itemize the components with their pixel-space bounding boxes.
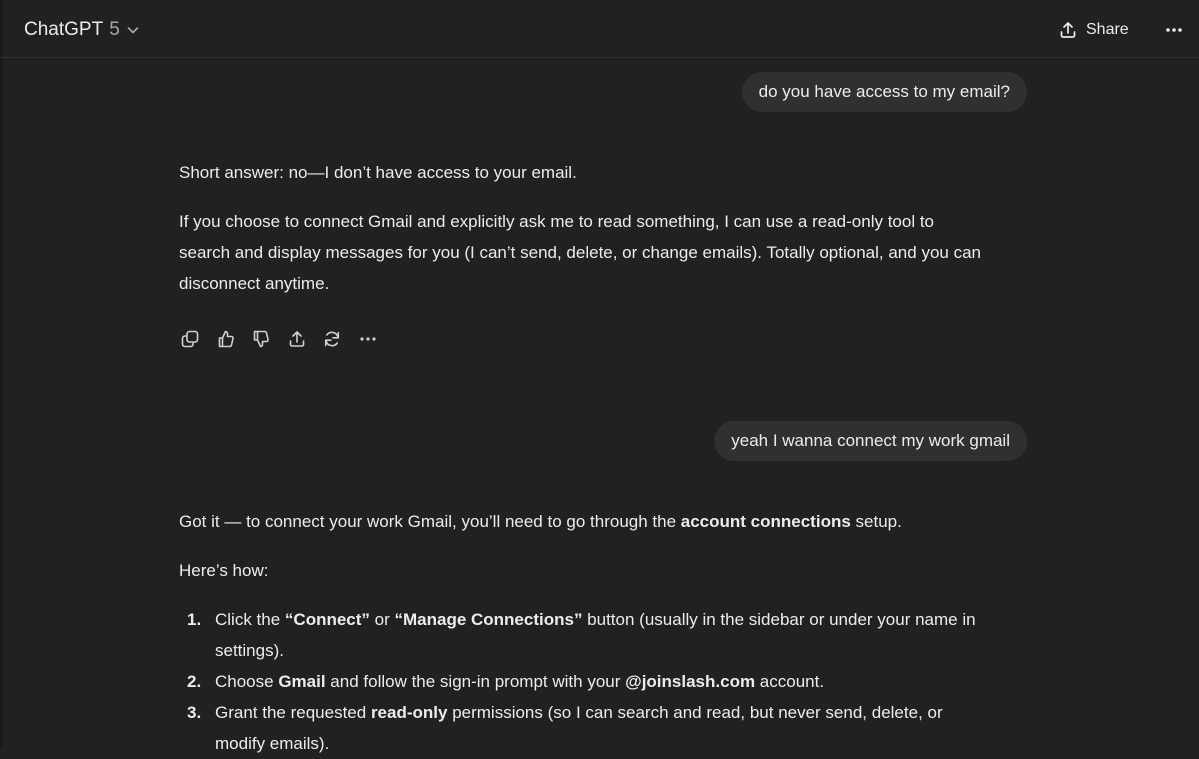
thumbs-up-icon[interactable] bbox=[215, 327, 237, 351]
top-bar: ChatGPT 5 Share bbox=[0, 0, 1199, 58]
regenerate-icon[interactable] bbox=[321, 327, 343, 351]
step-text: button (usually in the sidebar or under … bbox=[582, 610, 976, 629]
step-bold-text: @joinslash.com bbox=[625, 672, 756, 691]
intro-bold-text: account connections bbox=[680, 512, 851, 531]
list-item: 1. Click the “Connect” or “Manage Connec… bbox=[179, 604, 1039, 666]
steps-list: 1. Click the “Connect” or “Manage Connec… bbox=[179, 604, 1039, 759]
model-version: 5 bbox=[109, 19, 120, 40]
step-text: and follow the sign-in prompt with your bbox=[325, 672, 626, 691]
user-message: do you have access to my email? bbox=[741, 72, 1027, 112]
step-text: Choose bbox=[215, 672, 279, 691]
assistant-paragraph-line: search and display messages for you (I c… bbox=[179, 243, 981, 262]
step-number: 1. bbox=[187, 610, 202, 629]
model-selector-button[interactable]: ChatGPT 5 bbox=[24, 17, 140, 43]
share-button[interactable]: Share bbox=[1058, 17, 1129, 43]
assistant-message: Short answer: no—I don’t have access to … bbox=[179, 157, 1039, 299]
message-actions bbox=[179, 327, 392, 351]
step-text: Click the bbox=[215, 610, 285, 629]
assistant-paragraph-line: disconnect anytime. bbox=[179, 274, 330, 293]
heres-how-text: Here’s how: bbox=[179, 561, 269, 580]
model-name: ChatGPT bbox=[24, 19, 104, 40]
step-text: or bbox=[369, 610, 395, 629]
step-number: 3. bbox=[187, 703, 202, 722]
chevron-down-icon bbox=[126, 23, 140, 37]
list-item: 2. Choose Gmail and follow the sign-in p… bbox=[179, 666, 1039, 697]
step-text: permissions (so I can search and read, b… bbox=[447, 703, 943, 722]
thumbs-down-icon[interactable] bbox=[250, 327, 272, 351]
more-options-icon[interactable] bbox=[1162, 18, 1186, 42]
step-bold-text: Gmail bbox=[278, 672, 326, 691]
step-bold-text: “Manage Connections” bbox=[394, 610, 583, 629]
share-label: Share bbox=[1086, 21, 1129, 38]
copy-icon[interactable] bbox=[179, 327, 201, 351]
more-icon[interactable] bbox=[357, 327, 379, 351]
intro-text-end: setup. bbox=[850, 512, 902, 531]
step-text: settings). bbox=[215, 641, 284, 660]
step-text: modify emails). bbox=[215, 734, 330, 753]
user-message: yeah I wanna connect my work gmail bbox=[714, 421, 1027, 461]
window-edge bbox=[0, 0, 3, 749]
assistant-intro: Got it — to connect your work Gmail, you… bbox=[179, 506, 1039, 537]
step-bold-text: read-only bbox=[370, 703, 448, 722]
assistant-message: Got it — to connect your work Gmail, you… bbox=[179, 506, 1039, 759]
step-number: 2. bbox=[187, 672, 202, 691]
step-text: account. bbox=[755, 672, 825, 691]
share-icon[interactable] bbox=[286, 327, 308, 351]
step-bold-text: “Connect” bbox=[284, 610, 370, 629]
list-item: 3. Grant the requested read-only permiss… bbox=[179, 697, 1039, 759]
intro-text: Got it — to connect your work Gmail, you… bbox=[179, 512, 681, 531]
share-icon bbox=[1058, 20, 1078, 40]
assistant-paragraph: Short answer: no—I don’t have access to … bbox=[179, 163, 577, 182]
step-text: Grant the requested bbox=[215, 703, 371, 722]
assistant-paragraph-line: If you choose to connect Gmail and expli… bbox=[179, 212, 935, 231]
